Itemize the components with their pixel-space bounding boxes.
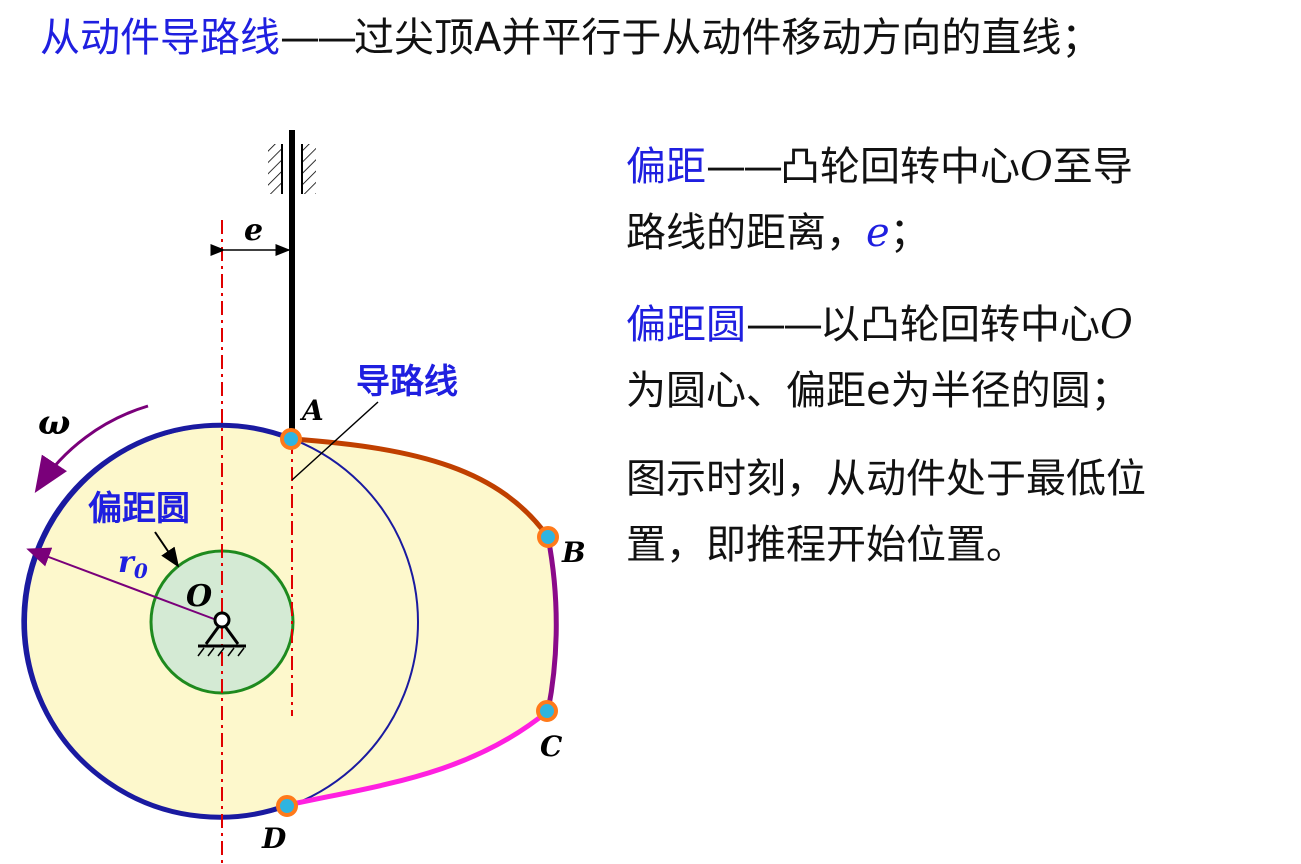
label-a: A [299, 394, 324, 427]
label-offset-circle: 偏距圆 [88, 489, 190, 529]
label-b: B [561, 536, 586, 569]
label-c: C [540, 730, 563, 763]
guide-bearing-right [302, 144, 316, 194]
label-omega: ω [38, 403, 70, 443]
center-o-pin [213, 611, 231, 629]
label-e: e [244, 213, 263, 248]
point-c [536, 700, 558, 722]
point-d [276, 795, 298, 817]
label-o: O [186, 579, 212, 614]
point-b [537, 526, 559, 548]
point-a [280, 428, 302, 450]
label-guide-line: 导路线 [356, 362, 458, 402]
cam-diagram: e 导路线 ω 偏距圆 r0 O A B C D [21, 130, 586, 864]
label-d: D [261, 822, 287, 855]
guide-bearing-left [268, 144, 282, 194]
